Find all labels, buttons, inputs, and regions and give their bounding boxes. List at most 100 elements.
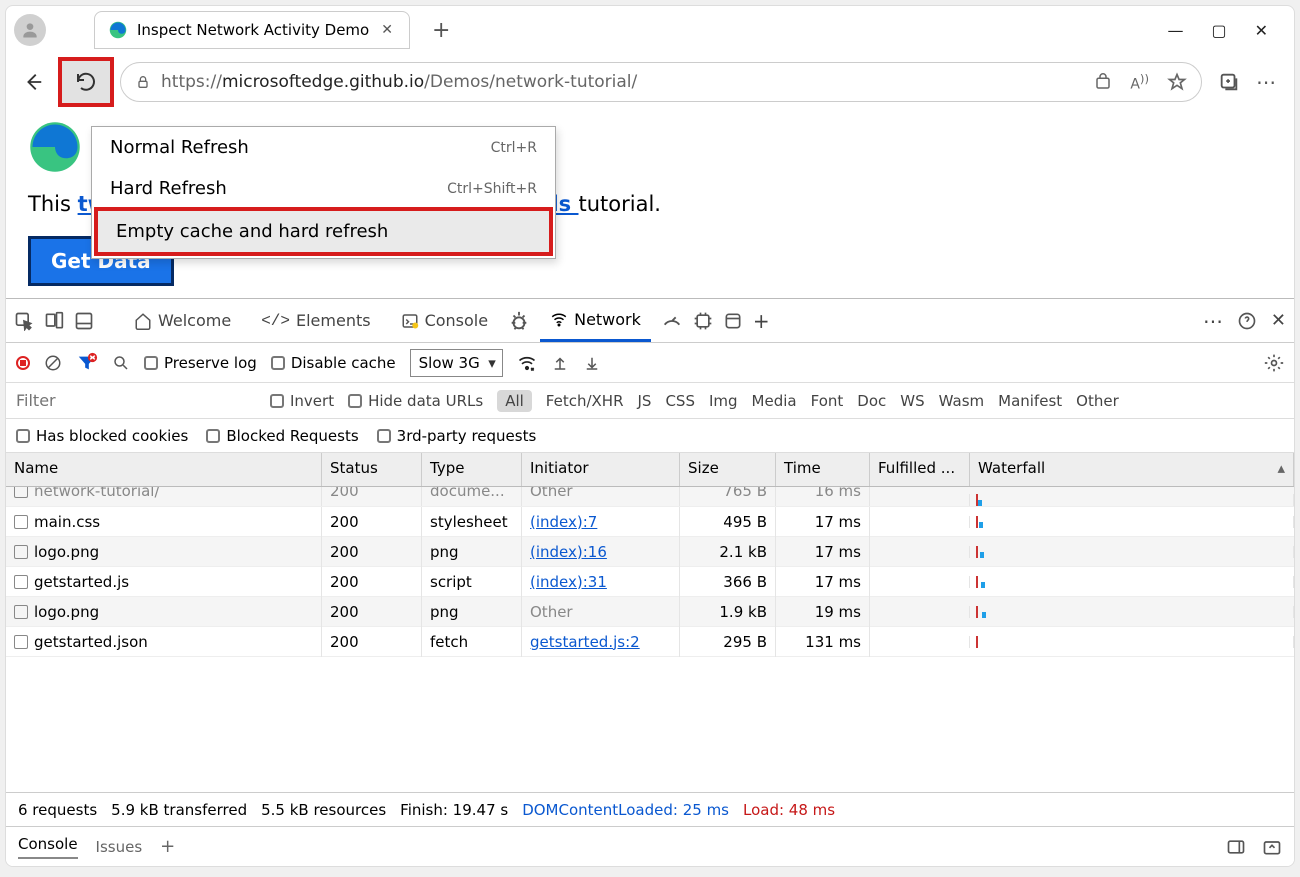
- hide-data-urls-checkbox[interactable]: Hide data URLs: [348, 392, 483, 410]
- wifi-icon: [550, 310, 568, 328]
- tab-welcome[interactable]: Welcome: [124, 299, 241, 342]
- device-icon[interactable]: [44, 311, 64, 331]
- col-waterfall[interactable]: Waterfall▴: [970, 453, 1294, 486]
- filter-type[interactable]: WS: [900, 392, 924, 410]
- col-fulfilled[interactable]: Fulfilled ...: [870, 453, 970, 486]
- tab-console[interactable]: Console: [391, 299, 499, 342]
- shopping-icon[interactable]: [1094, 73, 1112, 91]
- add-tab-icon[interactable]: +: [753, 309, 770, 333]
- address-bar: https://microsoftedge.github.io/Demos/ne…: [6, 54, 1294, 110]
- filter-type[interactable]: Wasm: [939, 392, 985, 410]
- download-har-icon[interactable]: [583, 354, 601, 372]
- filter-all[interactable]: All: [497, 390, 532, 412]
- dock-icon[interactable]: [74, 311, 94, 331]
- tab-network[interactable]: Network: [540, 299, 651, 342]
- filter-funnel-icon[interactable]: [76, 352, 98, 374]
- col-status[interactable]: Status: [322, 453, 422, 486]
- filter-type[interactable]: Media: [752, 392, 797, 410]
- preserve-log-checkbox[interactable]: Preserve log: [144, 354, 257, 372]
- grid-header: Name Status Type Initiator Size Time Ful…: [6, 453, 1294, 487]
- maximize-button[interactable]: ▢: [1211, 21, 1226, 40]
- ctx-empty-cache-hard-refresh[interactable]: Empty cache and hard refresh: [98, 211, 549, 252]
- read-aloud-icon[interactable]: A)): [1130, 72, 1149, 93]
- arrow-left-icon: [22, 71, 44, 93]
- drawer-add-icon[interactable]: +: [160, 836, 175, 857]
- tab-close-icon[interactable]: ✕: [379, 22, 395, 38]
- filter-type[interactable]: CSS: [665, 392, 695, 410]
- collections-icon[interactable]: [1218, 71, 1240, 93]
- bug-icon[interactable]: [508, 310, 530, 332]
- clear-icon[interactable]: [44, 354, 62, 372]
- edge-logo-icon: [28, 120, 82, 174]
- help-icon[interactable]: [1237, 311, 1257, 331]
- network-filter-bar: Invert Hide data URLs All Fetch/XHR JS C…: [6, 383, 1294, 419]
- invert-checkbox[interactable]: Invert: [270, 392, 334, 410]
- highlight-box: Empty cache and hard refresh: [94, 207, 553, 256]
- back-button[interactable]: [14, 63, 52, 101]
- grid-body: network-tutorial/200docume...Other765 B1…: [6, 487, 1294, 657]
- col-time[interactable]: Time: [776, 453, 870, 486]
- browser-tab[interactable]: Inspect Network Activity Demo ✕: [94, 11, 410, 49]
- col-name[interactable]: Name: [6, 453, 322, 486]
- devtools-drawer: Console Issues +: [6, 826, 1294, 866]
- close-button[interactable]: ✕: [1255, 21, 1268, 40]
- memory-icon[interactable]: [693, 311, 713, 331]
- menu-dots-icon[interactable]: ⋯: [1256, 70, 1276, 94]
- filter-type[interactable]: Manifest: [998, 392, 1062, 410]
- filter-type[interactable]: Img: [709, 392, 738, 410]
- drawer-console-tab[interactable]: Console: [18, 835, 78, 859]
- browser-right-icons: ⋯: [1208, 70, 1286, 94]
- record-button[interactable]: [16, 356, 30, 370]
- favorite-star-icon[interactable]: [1167, 72, 1187, 92]
- upload-har-icon[interactable]: [551, 354, 569, 372]
- refresh-button-highlighted[interactable]: [58, 57, 114, 107]
- devtools-close-icon[interactable]: ✕: [1271, 310, 1286, 331]
- drawer-icon-1[interactable]: [1226, 837, 1246, 857]
- application-icon[interactable]: [723, 311, 743, 331]
- search-icon[interactable]: [112, 354, 130, 372]
- new-tab-button[interactable]: +: [418, 18, 464, 43]
- table-row[interactable]: getstarted.js200script(index):31366 B17 …: [6, 567, 1294, 597]
- table-row[interactable]: getstarted.json200fetchgetstarted.js:229…: [6, 627, 1294, 657]
- url-field[interactable]: https://microsoftedge.github.io/Demos/ne…: [120, 62, 1202, 102]
- console-icon: [401, 312, 419, 330]
- network-filter-bar-2: Has blocked cookies Blocked Requests 3rd…: [6, 419, 1294, 453]
- filter-type[interactable]: Doc: [857, 392, 886, 410]
- ctx-normal-refresh[interactable]: Normal Refresh Ctrl+R: [92, 127, 555, 168]
- tab-title: Inspect Network Activity Demo: [137, 21, 369, 39]
- performance-icon[interactable]: [661, 310, 683, 332]
- more-tabs-icon[interactable]: ⋯: [1203, 309, 1223, 333]
- filter-type[interactable]: JS: [638, 392, 652, 410]
- filter-type[interactable]: Fetch/XHR: [546, 392, 624, 410]
- network-conditions-icon[interactable]: [517, 353, 537, 373]
- minimize-button[interactable]: —: [1167, 21, 1183, 40]
- tab-elements[interactable]: </> Elements: [251, 299, 380, 342]
- third-party-checkbox[interactable]: 3rd-party requests: [377, 427, 537, 445]
- drawer-issues-tab[interactable]: Issues: [96, 838, 143, 856]
- table-row[interactable]: logo.png200pngOther1.9 kB19 ms: [6, 597, 1294, 627]
- settings-gear-icon[interactable]: [1264, 353, 1284, 373]
- col-initiator[interactable]: Initiator: [522, 453, 680, 486]
- filter-input[interactable]: [16, 389, 256, 412]
- filter-type[interactable]: Font: [811, 392, 844, 410]
- blocked-cookies-checkbox[interactable]: Has blocked cookies: [16, 427, 188, 445]
- ctx-hard-refresh[interactable]: Hard Refresh Ctrl+Shift+R: [92, 168, 555, 209]
- profile-avatar[interactable]: [14, 14, 46, 46]
- filter-type[interactable]: Other: [1076, 392, 1119, 410]
- devtools-tabbar: Welcome </> Elements Console Network + ⋯: [6, 299, 1294, 343]
- table-row[interactable]: logo.png200png(index):162.1 kB17 ms: [6, 537, 1294, 567]
- network-footer: 6 requests 5.9 kB transferred 5.5 kB res…: [6, 792, 1294, 826]
- throttling-select[interactable]: Slow 3G: [410, 349, 503, 377]
- table-row[interactable]: main.css200stylesheet(index):7495 B17 ms: [6, 507, 1294, 537]
- titlebar: Inspect Network Activity Demo ✕ + — ▢ ✕: [6, 6, 1294, 54]
- blocked-requests-checkbox[interactable]: Blocked Requests: [206, 427, 358, 445]
- col-type[interactable]: Type: [422, 453, 522, 486]
- disable-cache-checkbox[interactable]: Disable cache: [271, 354, 396, 372]
- browser-window: Inspect Network Activity Demo ✕ + — ▢ ✕ …: [5, 5, 1295, 867]
- col-size[interactable]: Size: [680, 453, 776, 486]
- table-row[interactable]: network-tutorial/200docume...Other765 B1…: [6, 487, 1294, 507]
- person-icon: [20, 20, 40, 40]
- drawer-collapse-icon[interactable]: [1262, 837, 1282, 857]
- inspect-icon[interactable]: [14, 311, 34, 331]
- sort-asc-icon: ▴: [1277, 459, 1285, 477]
